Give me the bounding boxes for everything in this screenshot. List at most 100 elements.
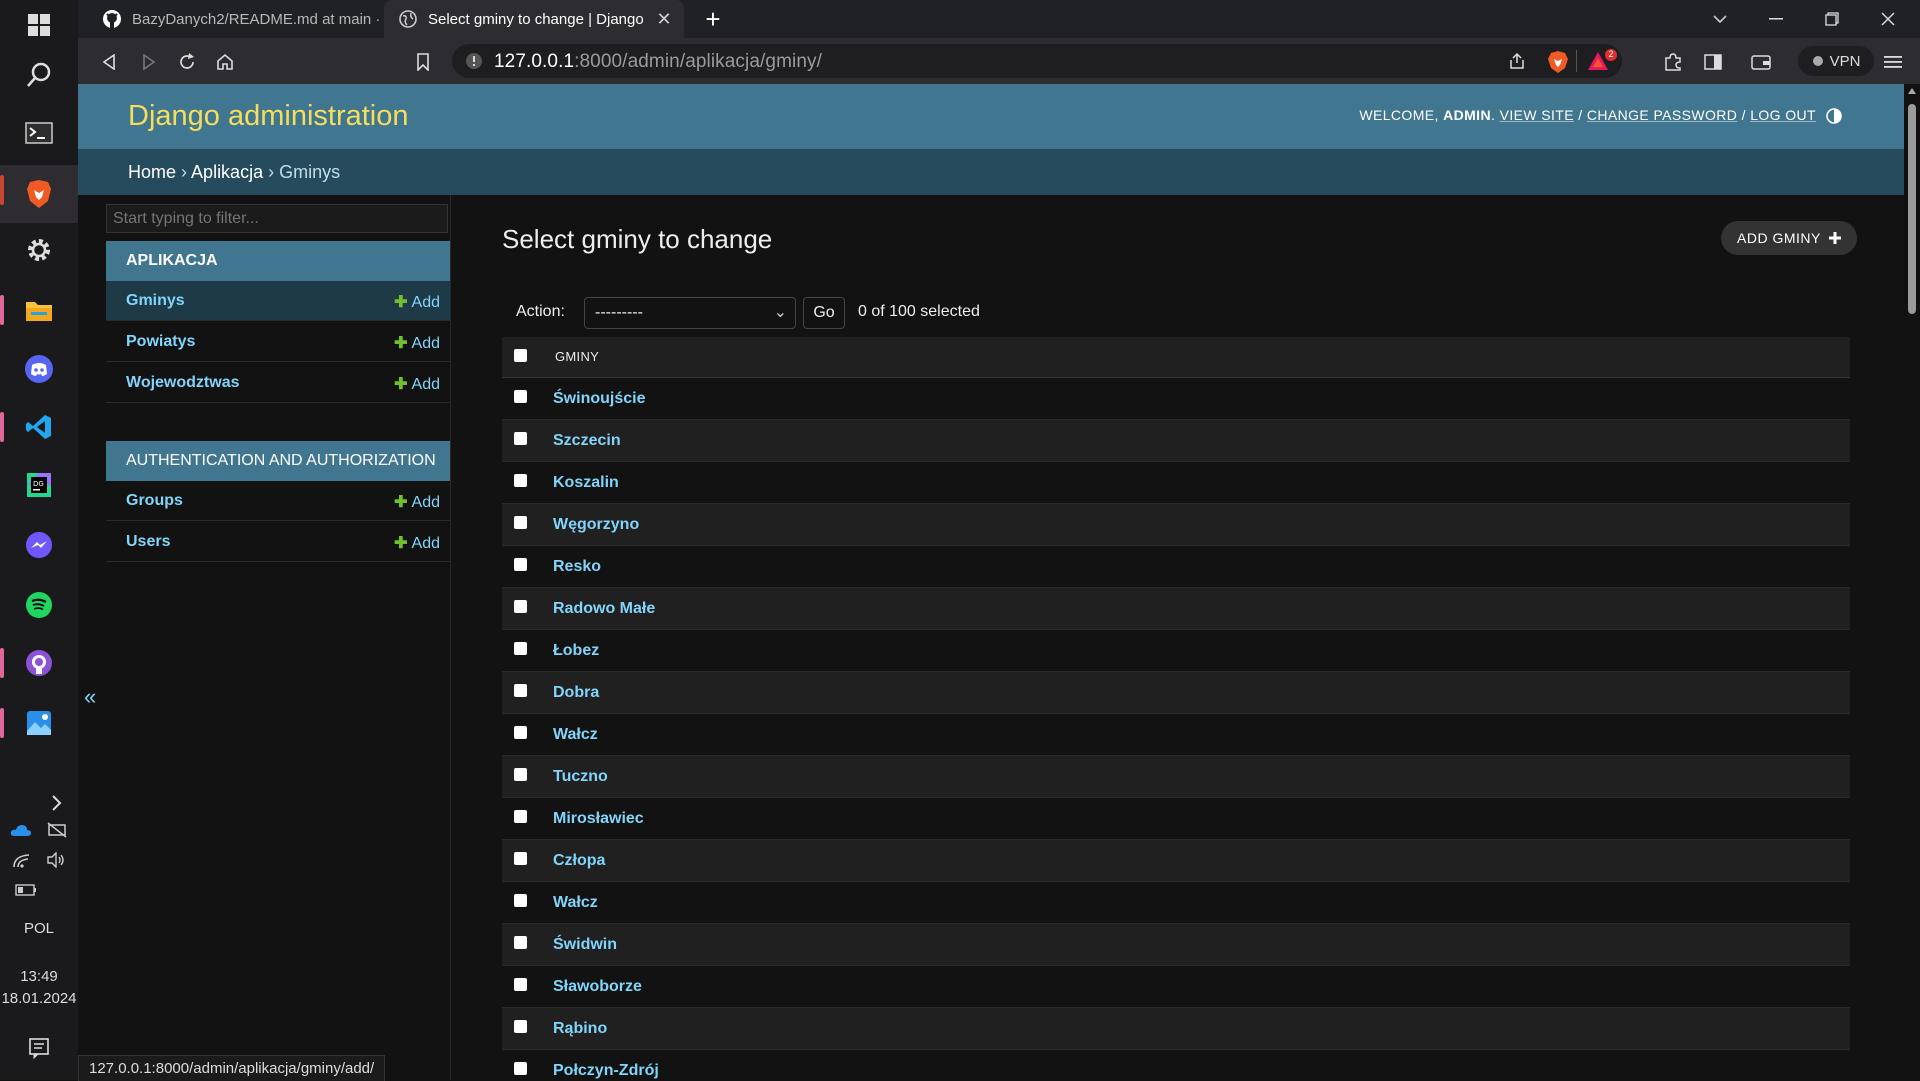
brave-shields-icon[interactable] — [1547, 50, 1569, 74]
windows-start-icon[interactable] — [0, 0, 78, 50]
model-link-gminys[interactable]: Gminys — [126, 292, 185, 310]
row-checkbox[interactable] — [514, 558, 527, 571]
search-icon[interactable] — [0, 50, 78, 100]
gminy-link[interactable]: Szczecin — [553, 432, 621, 450]
row-checkbox[interactable] — [514, 768, 527, 781]
add-groups-link[interactable]: ✚ Add — [394, 492, 440, 512]
wifi-icon[interactable] — [12, 852, 32, 868]
notifications-icon[interactable] — [0, 1020, 78, 1076]
gminy-link[interactable]: Węgorzyno — [553, 516, 639, 534]
tab-search-chevron-icon[interactable] — [1692, 0, 1748, 38]
row-checkbox[interactable] — [514, 1020, 527, 1033]
toggle-nav-sidebar-button[interactable]: « — [84, 684, 96, 710]
theme-toggle-icon[interactable] — [1826, 108, 1842, 124]
row-checkbox[interactable] — [514, 642, 527, 655]
row-checkbox[interactable] — [514, 684, 527, 697]
photos-icon[interactable] — [0, 698, 78, 748]
row-checkbox[interactable] — [514, 978, 527, 991]
row-checkbox[interactable] — [514, 474, 527, 487]
share-icon[interactable] — [1508, 52, 1526, 70]
settings-gear-icon[interactable] — [0, 225, 78, 275]
gminy-link[interactable]: Świdwin — [553, 936, 617, 954]
clock-date[interactable]: 18.01.2024 — [0, 990, 78, 1007]
gminy-link[interactable]: Radowo Małe — [553, 600, 655, 618]
add-wojewodztwas-link[interactable]: ✚ Add — [394, 374, 440, 394]
extensions-icon[interactable] — [1660, 49, 1686, 75]
gminy-link[interactable]: Łobez — [553, 642, 599, 660]
minimize-icon[interactable] — [1748, 0, 1804, 38]
restore-icon[interactable] — [1804, 0, 1860, 38]
datagrip-icon[interactable]: DG — [0, 460, 78, 510]
column-header-gminy[interactable]: GMINY — [555, 349, 599, 364]
breadcrumb-home[interactable]: Home — [128, 162, 176, 182]
add-powiatys-link[interactable]: ✚ Add — [394, 333, 440, 353]
close-window-icon[interactable] — [1860, 0, 1916, 38]
new-tab-plus-icon[interactable]: + — [700, 6, 726, 32]
add-gminy-button[interactable]: ADD GMINY — [1721, 221, 1857, 255]
discord-icon[interactable] — [0, 344, 78, 394]
spotify-icon[interactable] — [0, 580, 78, 630]
messenger-icon[interactable] — [0, 520, 78, 570]
row-checkbox[interactable] — [514, 894, 527, 907]
close-tab-icon[interactable]: ✕ — [652, 9, 676, 30]
row-checkbox[interactable] — [514, 390, 527, 403]
tab-github-readme[interactable]: BazyDanych2/README.md at main · 2 — [88, 0, 388, 38]
add-gminys-link[interactable]: ✚ Add — [394, 292, 440, 312]
gminy-link[interactable]: Człopa — [553, 852, 605, 870]
model-link-wojewodztwas[interactable]: Wojewodztwas — [126, 374, 240, 392]
log-out-link[interactable]: LOG OUT — [1750, 107, 1816, 123]
app-caption-aplikacja[interactable]: APLIKACJA — [106, 241, 450, 281]
view-site-link[interactable]: VIEW SITE — [1500, 107, 1574, 123]
add-users-link[interactable]: ✚ Add — [394, 533, 440, 553]
vscode-icon[interactable] — [0, 402, 78, 452]
action-select[interactable]: --------- ⌄ — [584, 297, 796, 329]
gminy-link[interactable]: Rąbino — [553, 1020, 607, 1038]
select-all-checkbox[interactable] — [514, 349, 527, 362]
gminy-link[interactable]: Wałcz — [553, 726, 598, 744]
row-checkbox[interactable] — [514, 936, 527, 949]
model-link-groups[interactable]: Groups — [126, 492, 183, 510]
row-checkbox[interactable] — [514, 852, 527, 865]
gminy-link[interactable]: Wałcz — [553, 894, 598, 912]
battery-icon[interactable] — [15, 884, 37, 896]
clock-time[interactable]: 13:49 — [0, 968, 78, 985]
forward-icon[interactable] — [136, 49, 162, 75]
gminy-link[interactable]: Tuczno — [553, 768, 608, 786]
show-hidden-icons-chevron-icon[interactable] — [42, 790, 72, 816]
home-icon[interactable] — [212, 49, 238, 75]
menu-hamburger-icon[interactable] — [1880, 49, 1906, 75]
wallet-icon[interactable] — [1748, 49, 1774, 75]
row-checkbox[interactable] — [514, 810, 527, 823]
gminy-link[interactable]: Sławoborze — [553, 978, 642, 996]
onedrive-icon[interactable] — [10, 823, 32, 837]
reload-icon[interactable] — [174, 49, 200, 75]
breadcrumb-app[interactable]: Aplikacja — [191, 162, 263, 182]
page-scrollbar[interactable] — [1904, 84, 1920, 1080]
scrollbar-thumb[interactable] — [1908, 104, 1916, 314]
tab-django-admin[interactable]: Select gminy to change | Django ✕ — [384, 0, 684, 38]
file-explorer-icon[interactable] — [0, 285, 78, 335]
row-checkbox[interactable] — [514, 1062, 527, 1075]
model-link-users[interactable]: Users — [126, 533, 170, 551]
sidebar-toggle-icon[interactable] — [1700, 49, 1726, 75]
nav-filter-input[interactable] — [106, 204, 448, 233]
vpn-button[interactable]: VPN — [1798, 46, 1874, 76]
row-checkbox[interactable] — [514, 600, 527, 613]
gminy-link[interactable]: Dobra — [553, 684, 599, 702]
go-button[interactable]: Go — [803, 297, 845, 329]
input-language[interactable]: POL — [0, 920, 78, 937]
site-info-icon[interactable] — [465, 52, 483, 70]
back-icon[interactable] — [96, 49, 122, 75]
site-branding[interactable]: Django administration — [128, 100, 408, 133]
brave-browser-icon[interactable] — [0, 165, 78, 223]
gminy-link[interactable]: Świnoujście — [553, 390, 645, 408]
brave-rewards-icon[interactable]: 2 — [1586, 48, 1620, 74]
address-bar[interactable]: 127.0.0.1:8000/admin/aplikacja/gminy/ 2 — [452, 44, 1622, 78]
gminy-link[interactable]: Koszalin — [553, 474, 619, 492]
terminal-icon[interactable] — [0, 108, 78, 158]
gminy-link[interactable]: Resko — [553, 558, 601, 576]
bookmark-icon[interactable] — [410, 49, 436, 75]
network-disabled-icon[interactable] — [46, 822, 68, 838]
volume-icon[interactable] — [46, 852, 66, 868]
row-checkbox[interactable] — [514, 432, 527, 445]
